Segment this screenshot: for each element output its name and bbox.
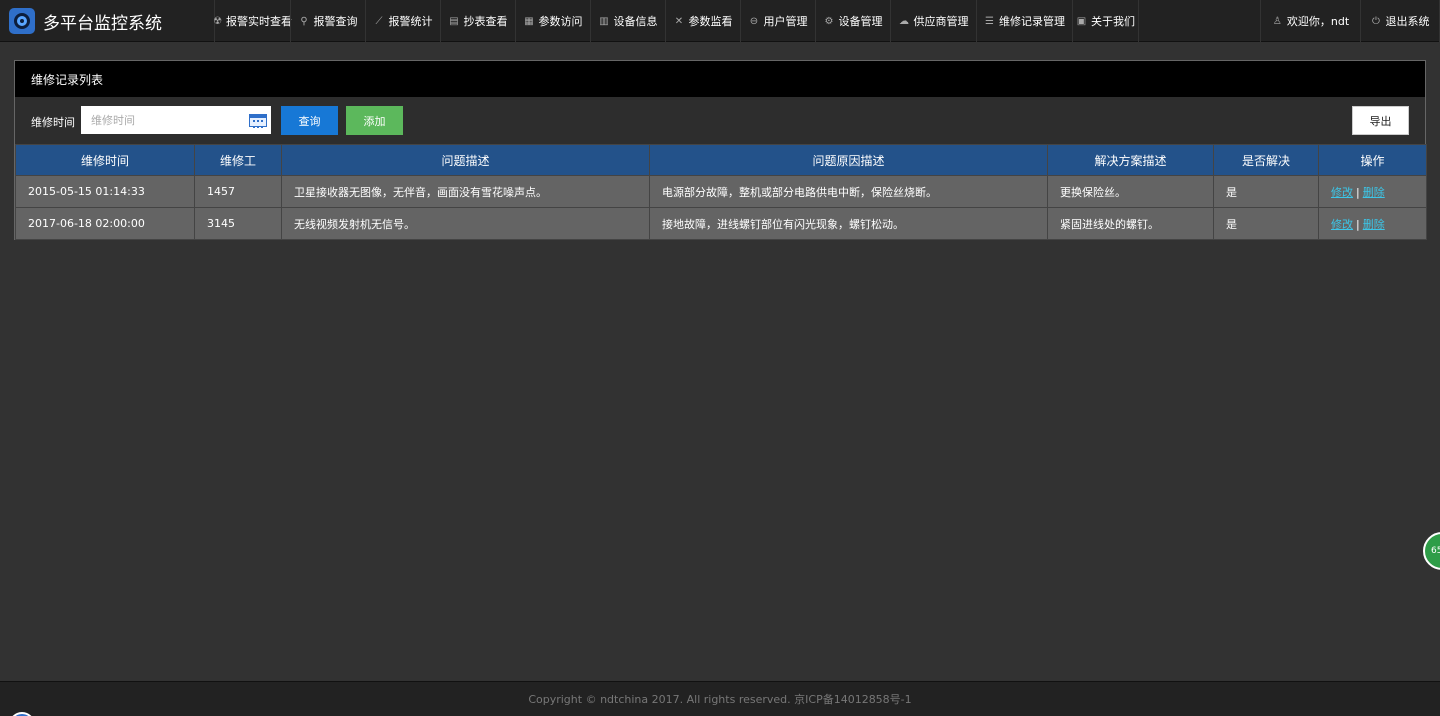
brand[interactable]: 多平台监控系统: [0, 0, 214, 42]
brand-logo-icon: [9, 8, 35, 34]
about-icon: ▣: [1076, 15, 1087, 27]
repair-time-input[interactable]: [81, 106, 271, 134]
cell-worker: 3145: [194, 207, 282, 240]
table-header-row: 维修时间 维修工 问题描述 问题原因描述 解决方案描述 是否解决 操作: [15, 144, 1427, 176]
nav-item-label: 供应商管理: [913, 15, 969, 28]
nav-item-label: 报警统计: [388, 15, 433, 28]
device-manage-icon: ⚙: [824, 15, 834, 27]
nav-item-label: 参数访问: [538, 15, 583, 28]
delete-link[interactable]: 删除: [1363, 218, 1385, 231]
alarm-query-icon: ⚲: [300, 15, 308, 27]
nav-item-device-info[interactable]: ▥ 设备信息: [590, 0, 665, 42]
nav-item-alarm-realtime[interactable]: ☢ 报警实时查看: [213, 0, 292, 42]
calendar-icon[interactable]: [249, 114, 267, 128]
welcome-user[interactable]: ♙ 欢迎你，ndt: [1260, 0, 1360, 42]
footer-logo-icon[interactable]: [9, 712, 35, 716]
logout-label: 退出系统: [1385, 15, 1430, 28]
action-separator: |: [1356, 217, 1360, 231]
nav-item-label: 抄表查看: [463, 15, 508, 28]
nav-item-supplier-manage[interactable]: ☁ 供应商管理: [890, 0, 976, 42]
column-header-resolved[interactable]: 是否解决: [1213, 144, 1319, 176]
user-nav: ♙ 欢迎你，ndt ⏻ 退出系统: [1260, 0, 1440, 42]
cell-solution: 紧固进线处的螺钉。: [1047, 207, 1214, 240]
repair-record-table: 维修时间 维修工 问题描述 问题原因描述 解决方案描述 是否解决 操作 2015…: [15, 144, 1427, 240]
nav-item-device-manage[interactable]: ⚙ 设备管理: [815, 0, 890, 42]
edit-link[interactable]: 修改: [1331, 218, 1353, 231]
action-separator: |: [1356, 185, 1360, 199]
nav-item-repair-record[interactable]: ☰ 维修记录管理: [976, 0, 1072, 42]
cell-cause: 接地故障，进线螺钉部位有闪光现象，螺钉松动。: [649, 207, 1048, 240]
cell-actions: 修改 | 删除: [1318, 175, 1427, 208]
cell-actions: 修改 | 删除: [1318, 207, 1427, 240]
nav-item-label: 用户管理: [763, 15, 808, 28]
column-header-worker[interactable]: 维修工: [194, 144, 282, 176]
footer: Copyright © ndtchina 2017. All rights re…: [0, 681, 1440, 716]
nav-item-alarm-query[interactable]: ⚲ 报警查询: [290, 0, 365, 42]
cell-problem: 卫星接收器无图像，无伴音，画面没有雪花噪声点。: [281, 175, 650, 208]
copyright-text: Copyright © ndtchina 2017. All rights re…: [528, 693, 912, 706]
nav-item-param-access[interactable]: ▦ 参数访问: [515, 0, 590, 42]
cell-solution: 更换保险丝。: [1047, 175, 1214, 208]
meter-view-icon: ▤: [449, 15, 459, 27]
nav-item-user-manage[interactable]: ⊖ 用户管理: [740, 0, 815, 42]
repair-time-label: 维修时间: [31, 116, 75, 129]
alarm-realtime-icon: ☢: [213, 15, 222, 27]
device-info-icon: ▥: [599, 15, 609, 27]
nav-item-label: 设备管理: [838, 15, 883, 28]
welcome-text: 欢迎你，ndt: [1286, 15, 1350, 28]
table-row: 2017-06-18 02:00:00 3145 无线视频发射机无信号。 接地故…: [15, 207, 1427, 240]
add-button[interactable]: 添加: [346, 106, 403, 135]
column-header-solution[interactable]: 解决方案描述: [1047, 144, 1214, 176]
panel-title: 维修记录列表: [15, 61, 1425, 97]
param-monitor-icon: ✕: [674, 15, 684, 27]
alarm-stats-icon: ⟋: [375, 15, 383, 27]
user-manage-icon: ⊖: [749, 15, 759, 27]
top-navbar: 多平台监控系统 ☢ 报警实时查看 ⚲ 报警查询 ⟋ 报警统计 ▤ 抄表查看 ▦ 参数访问 …: [0, 0, 1440, 42]
table-row: 2015-05-15 01:14:33 1457 卫星接收器无图像，无伴音，画面…: [15, 175, 1427, 208]
user-icon: ♙: [1272, 15, 1282, 27]
column-header-actions: 操作: [1318, 144, 1427, 176]
float-widget-badge[interactable]: 65: [1423, 532, 1440, 570]
power-icon: ⏻: [1372, 15, 1380, 27]
cell-resolved: 是: [1213, 175, 1319, 208]
cell-time: 2017-06-18 02:00:00: [15, 207, 195, 240]
cell-time: 2015-05-15 01:14:33: [15, 175, 195, 208]
main-nav: ☢ 报警实时查看 ⚲ 报警查询 ⟋ 报警统计 ▤ 抄表查看 ▦ 参数访问 ▥ 设备信息 ✕ 参…: [213, 0, 1139, 42]
cell-cause: 电源部分故障，整机或部分电路供电中断，保险丝烧断。: [649, 175, 1048, 208]
nav-item-alarm-stats[interactable]: ⟋ 报警统计: [365, 0, 440, 42]
supplier-manage-icon: ☁: [899, 15, 909, 27]
filter-toolbar: 维修时间 查询 添加 导出: [15, 97, 1425, 144]
nav-item-label: 关于我们: [1091, 15, 1135, 28]
nav-item-label: 参数监看: [688, 15, 733, 28]
brand-title: 多平台监控系统: [43, 13, 162, 34]
edit-link[interactable]: 修改: [1331, 186, 1353, 199]
column-header-problem[interactable]: 问题描述: [281, 144, 650, 176]
nav-item-label: 报警查询: [313, 15, 358, 28]
column-header-time[interactable]: 维修时间: [15, 144, 195, 176]
cell-problem: 无线视频发射机无信号。: [281, 207, 650, 240]
export-button[interactable]: 导出: [1352, 106, 1409, 135]
nav-item-label: 报警实时查看: [225, 15, 292, 28]
column-header-cause[interactable]: 问题原因描述: [649, 144, 1048, 176]
delete-link[interactable]: 删除: [1363, 186, 1385, 199]
repair-record-icon: ☰: [985, 15, 994, 27]
nav-item-about[interactable]: ▣ 关于我们: [1072, 0, 1139, 42]
cell-resolved: 是: [1213, 207, 1319, 240]
nav-item-label: 维修记录管理: [999, 15, 1065, 28]
logout-button[interactable]: ⏻ 退出系统: [1360, 0, 1440, 42]
param-access-icon: ▦: [524, 15, 534, 27]
nav-item-label: 设备信息: [613, 15, 658, 28]
nav-item-meter-view[interactable]: ▤ 抄表查看: [440, 0, 515, 42]
cell-worker: 1457: [194, 175, 282, 208]
query-button[interactable]: 查询: [281, 106, 338, 135]
nav-item-param-monitor[interactable]: ✕ 参数监看: [665, 0, 740, 42]
repair-record-panel: 维修记录列表 维修时间 查询 添加 导出 维修时间 维修工 问题描述 问题原因描…: [14, 60, 1427, 240]
